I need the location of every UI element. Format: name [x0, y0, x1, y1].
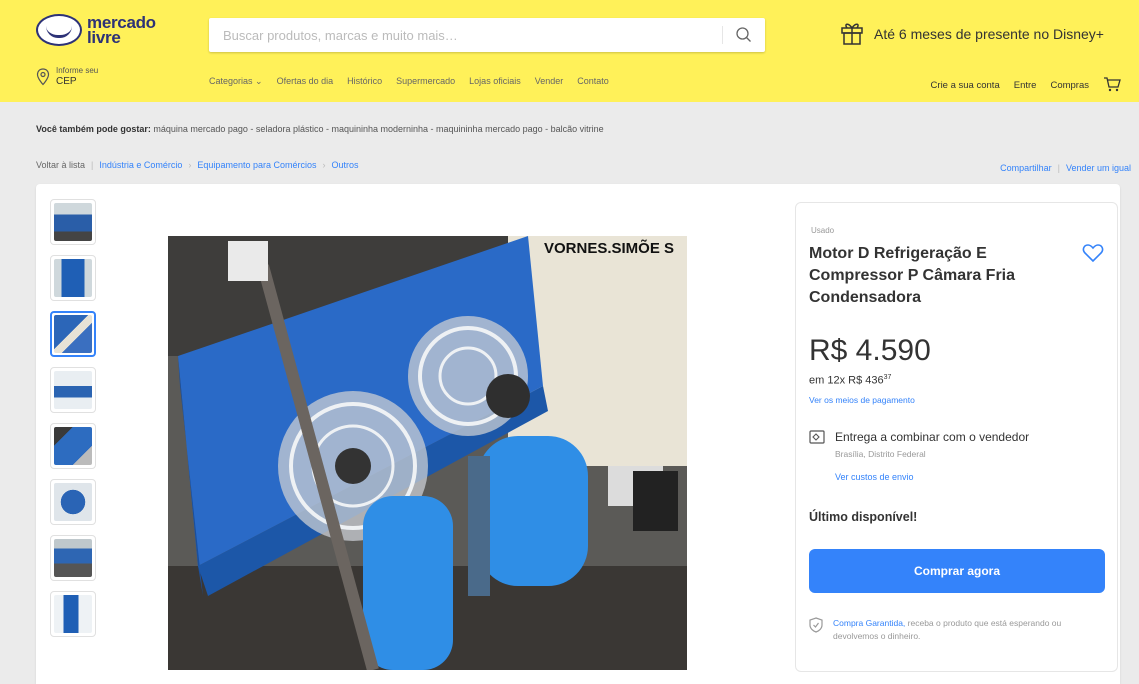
thumbnail-image: [54, 595, 92, 633]
header: mercado livre Até 6 meses de presente no…: [0, 0, 1139, 102]
sell-similar-link[interactable]: Vender um igual: [1066, 163, 1131, 173]
share-link[interactable]: Compartilhar: [1000, 163, 1052, 173]
thumbnail-2[interactable]: [50, 255, 96, 301]
breadcrumb: Voltar à lista | Indústria e Comércio › …: [36, 160, 359, 170]
thumbnail-8[interactable]: [50, 591, 96, 637]
mercadolivre-logo[interactable]: mercado livre: [36, 14, 156, 46]
search-bar: [209, 18, 765, 52]
gift-icon: [838, 18, 866, 49]
main-nav: Categorias ⌄ Ofertas do dia Histórico Su…: [209, 76, 609, 87]
nav-contato[interactable]: Contato: [577, 76, 609, 87]
share-divider: |: [1057, 163, 1060, 173]
thumbnail-1[interactable]: [50, 199, 96, 245]
search-input[interactable]: [209, 18, 709, 52]
logo-line-2: livre: [87, 28, 121, 47]
installments-cents: 37: [883, 374, 892, 381]
location-pin-icon: [36, 68, 50, 91]
thumbnail-image: [54, 371, 92, 409]
search-divider: [722, 26, 723, 44]
back-to-list-link[interactable]: Voltar à lista: [36, 160, 85, 170]
breadcrumb-separator: ›: [322, 160, 326, 170]
purchases-link[interactable]: Compras: [1050, 80, 1089, 91]
buy-now-button[interactable]: Comprar agora: [809, 549, 1105, 593]
suggestions-items[interactable]: máquina mercado pago - seladora plástico…: [153, 124, 603, 134]
condition-label: Usado: [811, 226, 835, 235]
nav-lojas-oficiais[interactable]: Lojas oficiais: [469, 76, 521, 87]
breadcrumb-item-outros[interactable]: Outros: [331, 160, 358, 170]
breadcrumb-item-equipamento[interactable]: Equipamento para Comércios: [197, 160, 316, 170]
share-links: Compartilhar | Vender um igual: [1000, 163, 1131, 173]
thumbnail-4[interactable]: [50, 367, 96, 413]
nav-ofertas[interactable]: Ofertas do dia: [277, 76, 334, 87]
location-selector[interactable]: Informe seu CEP: [36, 66, 98, 91]
location-hint: Informe seu: [56, 66, 99, 75]
suggestions-bar: Você também pode gostar: máquina mercado…: [36, 124, 604, 134]
shield-icon: [809, 617, 823, 638]
purchase-guarantee: Compra Garantida, receba o produto que e…: [833, 617, 1103, 643]
stock-status: Último disponível!: [809, 510, 918, 524]
thumbnail-image: [54, 259, 92, 297]
payment-methods-link[interactable]: Ver os meios de pagamento: [809, 395, 915, 405]
shipping-text: Entrega a combinar com o vendedor: [835, 430, 1030, 444]
shipping-costs-link[interactable]: Ver custos de envio: [835, 472, 914, 482]
nav-vender[interactable]: Vender: [535, 76, 564, 87]
login-link[interactable]: Entre: [1014, 80, 1037, 91]
shipping-location: Brasília, Distrito Federal: [835, 449, 926, 459]
image-watermark: VORNES.SIMÕE S: [544, 240, 675, 257]
cart-icon[interactable]: [1103, 76, 1121, 95]
favorite-heart-icon[interactable]: [1082, 243, 1104, 268]
handshake-delivery-icon: [809, 430, 825, 449]
nav-supermercado[interactable]: Supermercado: [396, 76, 455, 87]
installments: em 12x R$ 43637: [809, 374, 891, 387]
thumbnail-3[interactable]: [50, 311, 96, 357]
product-price: R$ 4.590: [809, 334, 931, 367]
main-product-image[interactable]: [168, 236, 687, 670]
thumbnail-image: [54, 203, 92, 241]
thumbnail-image: [54, 427, 92, 465]
thumbnail-image: [54, 539, 92, 577]
installments-text: em 12x R$ 436: [809, 374, 884, 387]
nav-categorias[interactable]: Categorias ⌄: [209, 76, 263, 87]
promo-text: Até 6 meses de presente no Disney+: [874, 25, 1104, 42]
location-cep: CEP: [56, 76, 77, 87]
user-nav: Crie a sua conta Entre Compras: [931, 76, 1121, 95]
product-title: Motor D Refrigeração E Compressor P Câma…: [809, 245, 1016, 306]
guarantee-link[interactable]: Compra Garantida,: [833, 618, 905, 628]
create-account-link[interactable]: Crie a sua conta: [931, 80, 1000, 91]
thumbnail-image: [54, 315, 92, 353]
thumbnail-image: [54, 483, 92, 521]
thumbnail-7[interactable]: [50, 535, 96, 581]
breadcrumb-divider: |: [91, 160, 94, 170]
nav-historico[interactable]: Histórico: [347, 76, 382, 87]
suggestions-label: Você também pode gostar:: [36, 124, 151, 134]
thumbnail-6[interactable]: [50, 479, 96, 525]
breadcrumb-separator: ›: [188, 160, 192, 170]
thumbnail-5[interactable]: [50, 423, 96, 469]
thumbnail-gallery: [50, 199, 97, 647]
disney-promo-banner[interactable]: Até 6 meses de presente no Disney+: [838, 18, 1104, 49]
search-icon[interactable]: [733, 24, 755, 46]
handshake-logo-icon: [36, 14, 82, 46]
breadcrumb-item-industria[interactable]: Indústria e Comércio: [99, 160, 182, 170]
logo-text: mercado livre: [87, 14, 156, 47]
